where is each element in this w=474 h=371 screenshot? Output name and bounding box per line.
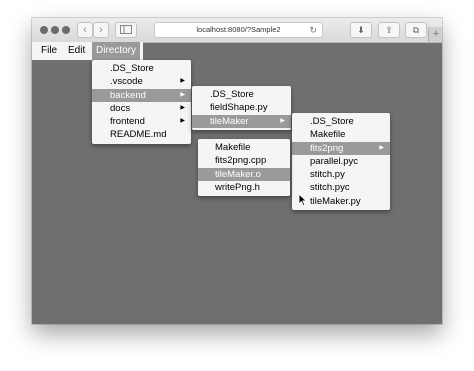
submenu-arrow-icon: ▶: [180, 104, 185, 111]
tab-overview-button[interactable]: ⧉: [405, 22, 427, 38]
sidebar-icon: [120, 25, 132, 34]
menu-directory[interactable]: Directory: [92, 42, 141, 60]
menu-item[interactable]: .vscode ▶: [92, 75, 191, 88]
directory-menu: .DS_Store .vscode ▶ backend ▶ docs ▶ frontend ▶ R…: [92, 60, 191, 144]
menu-item-label: .DS_Store: [210, 89, 254, 100]
menu-item[interactable]: backend ▶: [92, 88, 191, 102]
menu-item[interactable]: stitch.py: [292, 168, 390, 181]
menu-item-label: tileMaker.py: [310, 195, 361, 207]
menu-item-label: .DS_Store: [310, 116, 354, 127]
submenu-arrow-icon: ▶: [379, 144, 384, 151]
tabs-icon: ⧉: [412, 25, 420, 35]
menu-item-label: fits2png: [310, 142, 344, 154]
menu-item[interactable]: Makefile: [292, 128, 390, 141]
new-tab-button[interactable]: +: [428, 27, 442, 42]
menu-item[interactable]: docs ▶: [92, 102, 191, 115]
menu-item-label: README.md: [110, 129, 167, 141]
plus-icon: +: [432, 28, 440, 40]
share-button[interactable]: ⇪: [378, 22, 400, 38]
submenu-arrow-icon: ▶: [180, 91, 185, 98]
mouse-pointer-icon: [298, 193, 308, 207]
menu-file[interactable]: File: [37, 42, 61, 60]
menu-item-label: fieldShape.py: [210, 102, 268, 114]
menu-item-label: .DS_Store: [110, 63, 154, 74]
menu-item-label: docs: [110, 102, 131, 114]
menu-item-label: backend: [110, 89, 146, 101]
minimize-window-button[interactable]: [51, 26, 59, 34]
menu-item[interactable]: Makefile: [198, 141, 290, 154]
menu-item-label: Makefile: [215, 142, 251, 153]
menu-item-label: parallel.pyc: [310, 155, 359, 167]
submenu-arrow-icon: ▶: [180, 78, 185, 85]
submenu-arrow-icon: ▶: [280, 117, 285, 124]
menu-edit[interactable]: Edit: [64, 42, 89, 60]
menu-item[interactable]: tileMaker ▶: [192, 114, 291, 128]
back-button[interactable]: ‹: [77, 22, 93, 38]
menu-item[interactable]: fits2png ▶: [292, 141, 390, 155]
download-icon: ⬇: [357, 25, 365, 35]
menu-item[interactable]: README.md: [92, 128, 191, 141]
menu-item-label: stitch.py: [310, 169, 345, 181]
zoom-window-button[interactable]: [62, 26, 70, 34]
menu-item[interactable]: writePng.h: [198, 181, 290, 194]
forward-button[interactable]: ›: [93, 22, 109, 38]
share-icon: ⇪: [385, 25, 393, 35]
fits2png-submenu: Makefile fits2png.cpp tileMaker.o writePng.…: [198, 139, 290, 197]
menu-item-label: writePng.h: [215, 181, 260, 193]
app-menubar: File Edit Directory: [32, 42, 143, 60]
chevron-left-icon: ‹: [83, 24, 87, 36]
menu-item-label: Makefile: [310, 129, 346, 141]
chevron-right-icon: ›: [99, 24, 103, 36]
backend-submenu: .DS_Store fieldShape.py tileMaker ▶: [192, 86, 291, 130]
menu-item[interactable]: parallel.pyc: [292, 155, 390, 168]
menu-item[interactable]: tileMaker.o: [198, 167, 290, 181]
menu-item[interactable]: fits2png.cpp: [198, 154, 290, 167]
address-bar[interactable]: localhost:8080/?Sample2 ↻: [154, 22, 323, 38]
menu-item-label: tileMaker: [210, 115, 249, 127]
reload-icon[interactable]: ↻: [309, 23, 317, 37]
menu-item-label: frontend: [110, 116, 145, 128]
menu-item-label: tileMaker.o: [215, 168, 261, 180]
url-text: localhost:8080/?Sample2: [196, 25, 281, 34]
browser-window: ‹ › localhost:8080/?Sample2 ↻ ⬇ ⇪ ⧉ + Fi…: [32, 18, 442, 324]
menu-item[interactable]: .DS_Store: [92, 62, 191, 75]
menu-item[interactable]: frontend ▶: [92, 115, 191, 128]
menu-item[interactable]: fieldShape.py: [192, 101, 291, 114]
sidebar-toggle-button[interactable]: [115, 22, 137, 38]
menu-item[interactable]: .DS_Store: [292, 115, 390, 128]
menu-item-label: stitch.pyc: [310, 182, 350, 194]
title-bar: ‹ › localhost:8080/?Sample2 ↻ ⬇ ⇪ ⧉ +: [32, 18, 442, 43]
downloads-button[interactable]: ⬇: [350, 22, 372, 38]
menu-item[interactable]: .DS_Store: [192, 88, 291, 101]
menu-item-label: fits2png.cpp: [215, 155, 267, 167]
close-window-button[interactable]: [40, 26, 48, 34]
submenu-arrow-icon: ▶: [180, 118, 185, 125]
menu-item-label: .vscode: [110, 76, 143, 88]
